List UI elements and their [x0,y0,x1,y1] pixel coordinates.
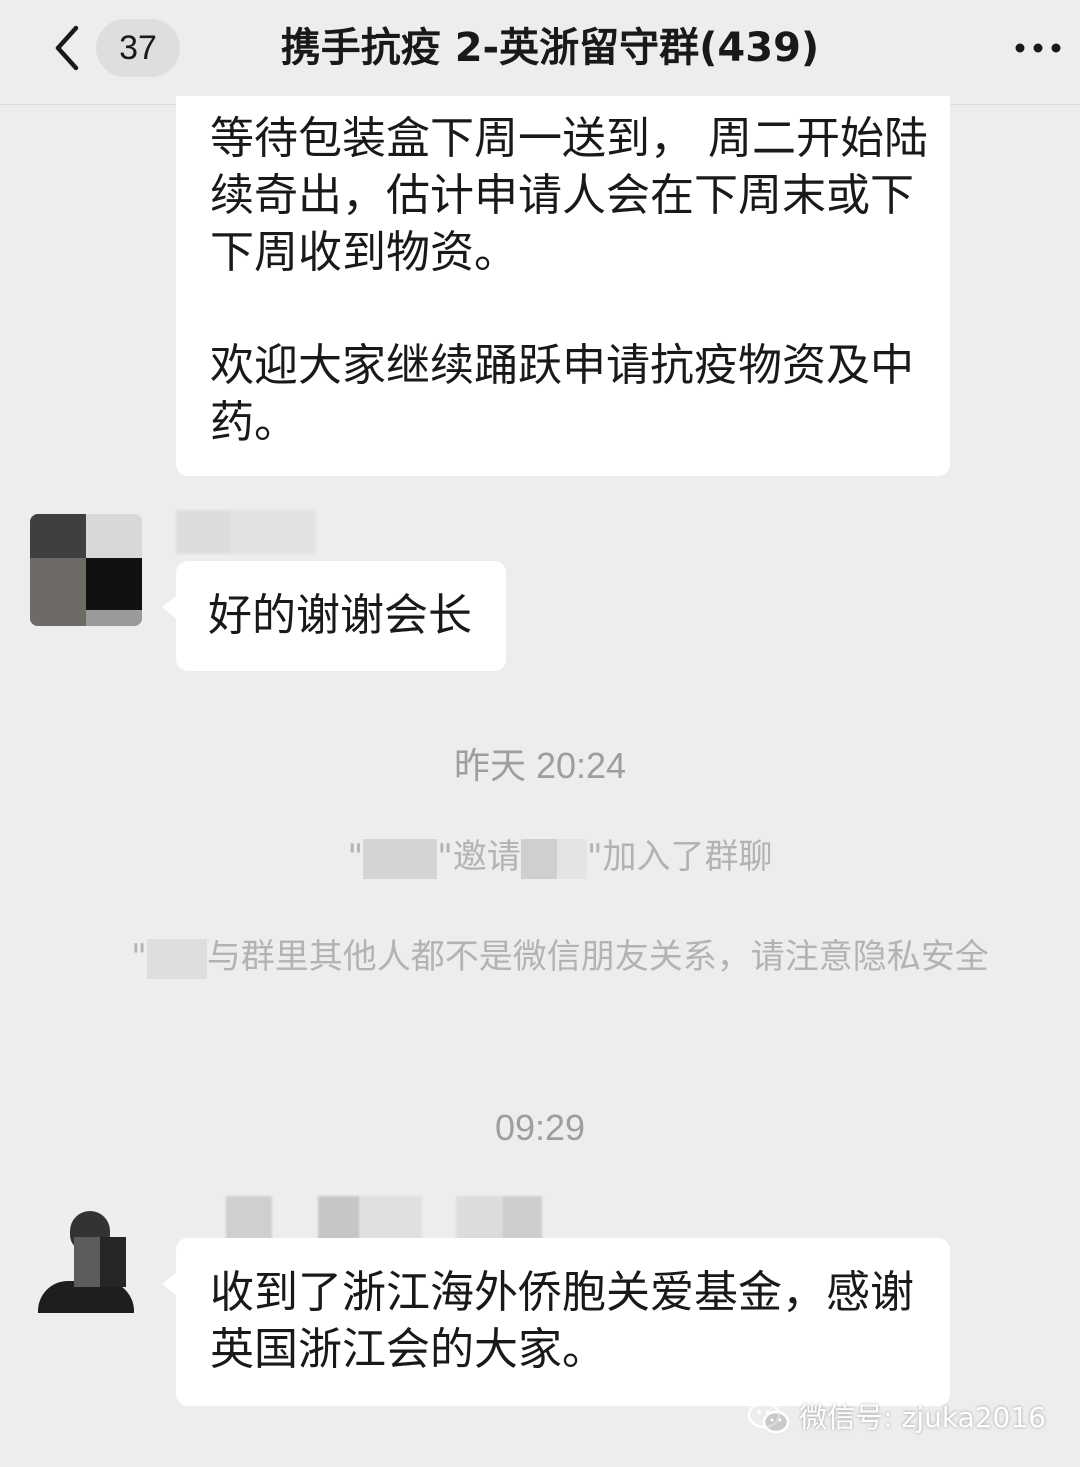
system-text: 与群里其他人都不是微信朋友关系，请注意隐私安全 [206,937,989,977]
watermark-text: 微信号: zjuka2016 [799,1401,1046,1434]
message-text: 等待包装盒下周一送到， 周二开始陆续奇出，估计申请人会在下周末或下下周收到物资。 [210,113,928,278]
chat-title: 携手抗疫 2-英浙留守群(439) [280,25,820,71]
sender-name-redacted [176,1196,556,1240]
timestamp: 09:29 [494,1107,586,1148]
avatar[interactable] [30,514,142,626]
more-options-icon[interactable] [1012,30,1064,66]
avatar[interactable] [30,1201,142,1313]
unread-count-badge[interactable]: 37 [96,19,180,77]
redacted-name [556,838,587,879]
message-bubble[interactable]: 好的谢谢会长 [162,561,506,671]
sender-name-redacted [176,510,316,554]
message-bubble[interactable]: 收到了浙江海外侨胞关爱基金，感谢英国浙江会的大家。 [162,1238,950,1406]
message-text: 收到了浙江海外侨胞关爱基金，感谢英国浙江会的大家。 [210,1267,914,1375]
redacted-name [146,938,207,979]
timestamp: 昨天 20:24 [453,745,627,786]
message-text: 欢迎大家继续踊跃申请抗疫物资及中药。 [210,340,914,448]
redacted-name [363,838,438,879]
message-bubble[interactable]: 等待包装盒下周一送到， 周二开始陆续奇出，估计申请人会在下周末或下下周收到物资。… [176,96,950,476]
back-arrow-icon[interactable] [48,24,88,72]
wechat-logo-icon [748,1401,790,1434]
wechat-watermark: 微信号: zjuka2016 [747,1398,1046,1438]
system-privacy-notice: " 与群里其他人都不是微信朋友关系，请注意隐私安全 [90,934,1030,980]
system-invite-message: " "邀请 "加入了群聊 [90,834,1030,880]
system-text: " [131,937,147,977]
redacted-name [520,838,557,879]
chat-header: 37 携手抗疫 2-英浙留守群(439) [0,0,1080,105]
system-text: " [347,837,364,877]
system-text: "邀请 [437,837,521,877]
system-text: "加入了群聊 [586,837,773,877]
message-text: 好的谢谢会长 [208,590,472,641]
